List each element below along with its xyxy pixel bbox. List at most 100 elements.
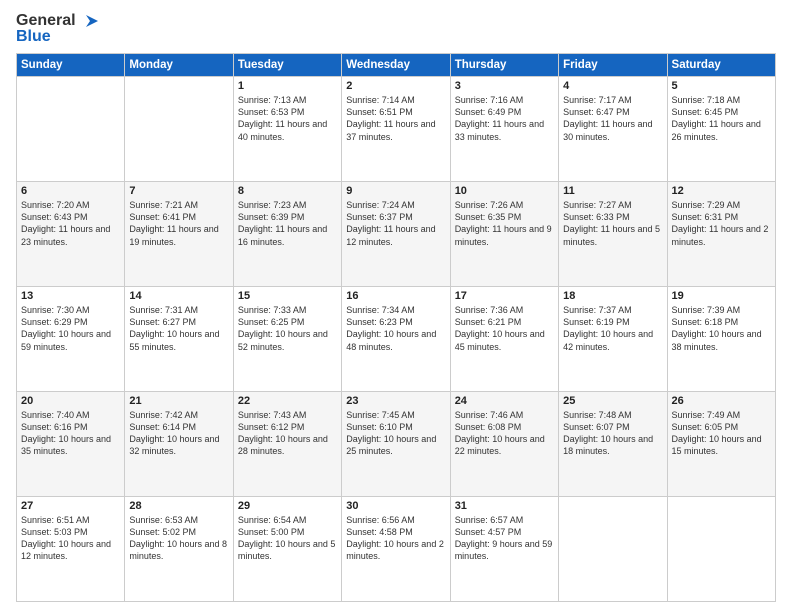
calendar-cell: 6 Sunrise: 7:20 AM Sunset: 6:43 PM Daylig… [17,182,125,287]
day-number: 20 [21,395,120,407]
day-number: 1 [238,80,337,92]
day-info: Sunrise: 7:24 AM Sunset: 6:37 PM Dayligh… [346,199,445,248]
day-info: Sunrise: 7:34 AM Sunset: 6:23 PM Dayligh… [346,304,445,353]
day-info: Sunrise: 7:30 AM Sunset: 6:29 PM Dayligh… [21,304,120,353]
day-info: Sunrise: 7:48 AM Sunset: 6:07 PM Dayligh… [563,409,662,458]
calendar-cell: 7Sunrise: 7:21 AM Sunset: 6:41 PM Daylig… [125,182,233,287]
day-info: Sunrise: 7:46 AM Sunset: 6:08 PM Dayligh… [455,409,554,458]
day-info: Sunrise: 7:39 AM Sunset: 6:18 PM Dayligh… [672,304,771,353]
column-header-monday: Monday [125,54,233,77]
calendar-week-row: 13 Sunrise: 7:30 AM Sunset: 6:29 PM Dayli… [17,287,776,392]
column-header-tuesday: Tuesday [233,54,341,77]
column-header-saturday: Saturday [667,54,775,77]
calendar-cell: 16 Sunrise: 7:34 AM Sunset: 6:23 PM Dayli… [342,287,450,392]
calendar-cell: 31Sunrise: 6:57 AM Sunset: 4:57 PM Dayli… [450,497,558,602]
calendar-header-row: SundayMondayTuesdayWednesdayThursdayFrid… [17,54,776,77]
day-info: Sunrise: 7:16 AM Sunset: 6:49 PM Dayligh… [455,94,554,143]
day-info: Sunrise: 7:36 AM Sunset: 6:21 PM Dayligh… [455,304,554,353]
day-number: 12 [672,185,771,197]
calendar-cell: 25 Sunrise: 7:48 AM Sunset: 6:07 PM Dayli… [559,392,667,497]
day-number: 16 [346,290,445,302]
calendar-cell: 13 Sunrise: 7:30 AM Sunset: 6:29 PM Dayli… [17,287,125,392]
day-number: 8 [238,185,337,197]
day-info: Sunrise: 7:26 AM Sunset: 6:35 PM Dayligh… [455,199,554,248]
day-number: 21 [129,395,228,407]
day-info: Sunrise: 7:43 AM Sunset: 6:12 PM Dayligh… [238,409,337,458]
day-number: 19 [672,290,771,302]
day-info: Sunrise: 7:31 AM Sunset: 6:27 PM Dayligh… [129,304,228,353]
calendar-cell: 8 Sunrise: 7:23 AM Sunset: 6:39 PM Daylig… [233,182,341,287]
day-number: 11 [563,185,662,197]
calendar-cell: 15 Sunrise: 7:33 AM Sunset: 6:25 PM Dayli… [233,287,341,392]
day-number: 26 [672,395,771,407]
day-info: Sunrise: 7:27 AM Sunset: 6:33 PM Dayligh… [563,199,662,248]
day-number: 4 [563,80,662,92]
calendar-cell: 22 Sunrise: 7:43 AM Sunset: 6:12 PM Dayli… [233,392,341,497]
calendar-cell: 20 Sunrise: 7:40 AM Sunset: 6:16 PM Dayli… [17,392,125,497]
calendar-cell: 19 Sunrise: 7:39 AM Sunset: 6:18 PM Dayli… [667,287,775,392]
day-info: Sunrise: 7:40 AM Sunset: 6:16 PM Dayligh… [21,409,120,458]
calendar-week-row: 20 Sunrise: 7:40 AM Sunset: 6:16 PM Dayli… [17,392,776,497]
day-number: 5 [672,80,771,92]
calendar-cell: 10Sunrise: 7:26 AM Sunset: 6:35 PM Dayli… [450,182,558,287]
calendar-week-row: 6 Sunrise: 7:20 AM Sunset: 6:43 PM Daylig… [17,182,776,287]
calendar-cell: 30 Sunrise: 6:56 AM Sunset: 4:58 PM Dayli… [342,497,450,602]
day-number: 17 [455,290,554,302]
day-number: 30 [346,500,445,512]
calendar-cell: 29Sunrise: 6:54 AM Sunset: 5:00 PM Dayli… [233,497,341,602]
calendar-cell: 26 Sunrise: 7:49 AM Sunset: 6:05 PM Dayli… [667,392,775,497]
day-info: Sunrise: 6:56 AM Sunset: 4:58 PM Dayligh… [346,514,445,563]
calendar-cell: 11 Sunrise: 7:27 AM Sunset: 6:33 PM Dayli… [559,182,667,287]
day-number: 6 [21,185,120,197]
logo-bird-icon [78,14,98,28]
calendar-cell: 1 Sunrise: 7:13 AM Sunset: 6:53 PM Daylig… [233,77,341,182]
calendar-cell: 23Sunrise: 7:45 AM Sunset: 6:10 PM Dayli… [342,392,450,497]
day-number: 2 [346,80,445,92]
calendar-cell: 9 Sunrise: 7:24 AM Sunset: 6:37 PM Daylig… [342,182,450,287]
calendar-cell [559,497,667,602]
page: General Blue SundayMondayTuesdayWednesda… [0,0,792,612]
column-header-friday: Friday [559,54,667,77]
day-number: 14 [129,290,228,302]
day-number: 15 [238,290,337,302]
day-info: Sunrise: 7:42 AM Sunset: 6:14 PM Dayligh… [129,409,228,458]
day-info: Sunrise: 7:49 AM Sunset: 6:05 PM Dayligh… [672,409,771,458]
calendar-cell: 3 Sunrise: 7:16 AM Sunset: 6:49 PM Daylig… [450,77,558,182]
day-info: Sunrise: 7:37 AM Sunset: 6:19 PM Dayligh… [563,304,662,353]
day-info: Sunrise: 6:51 AM Sunset: 5:03 PM Dayligh… [21,514,120,563]
day-number: 22 [238,395,337,407]
day-info: Sunrise: 7:17 AM Sunset: 6:47 PM Dayligh… [563,94,662,143]
day-info: Sunrise: 7:45 AM Sunset: 6:10 PM Dayligh… [346,409,445,458]
logo-blue: Blue [16,28,51,46]
calendar-week-row: 27Sunrise: 6:51 AM Sunset: 5:03 PM Dayli… [17,497,776,602]
day-info: Sunrise: 7:20 AM Sunset: 6:43 PM Dayligh… [21,199,120,248]
day-info: Sunrise: 7:18 AM Sunset: 6:45 PM Dayligh… [672,94,771,143]
calendar-cell: 12 Sunrise: 7:29 AM Sunset: 6:31 PM Dayli… [667,182,775,287]
calendar-cell: 18 Sunrise: 7:37 AM Sunset: 6:19 PM Dayli… [559,287,667,392]
day-info: Sunrise: 7:14 AM Sunset: 6:51 PM Dayligh… [346,94,445,143]
day-number: 28 [129,500,228,512]
calendar-cell: 5 Sunrise: 7:18 AM Sunset: 6:45 PM Daylig… [667,77,775,182]
day-number: 24 [455,395,554,407]
day-number: 31 [455,500,554,512]
day-info: Sunrise: 6:54 AM Sunset: 5:00 PM Dayligh… [238,514,337,563]
calendar-week-row: 1 Sunrise: 7:13 AM Sunset: 6:53 PM Daylig… [17,77,776,182]
day-info: Sunrise: 7:21 AM Sunset: 6:41 PM Dayligh… [129,199,228,248]
calendar-table: SundayMondayTuesdayWednesdayThursdayFrid… [16,53,776,602]
calendar-cell: 24 Sunrise: 7:46 AM Sunset: 6:08 PM Dayli… [450,392,558,497]
calendar-cell [125,77,233,182]
day-info: Sunrise: 7:23 AM Sunset: 6:39 PM Dayligh… [238,199,337,248]
day-info: Sunrise: 7:33 AM Sunset: 6:25 PM Dayligh… [238,304,337,353]
calendar-cell: 17 Sunrise: 7:36 AM Sunset: 6:21 PM Dayli… [450,287,558,392]
day-number: 18 [563,290,662,302]
calendar-cell: 28Sunrise: 6:53 AM Sunset: 5:02 PM Dayli… [125,497,233,602]
column-header-thursday: Thursday [450,54,558,77]
day-info: Sunrise: 7:13 AM Sunset: 6:53 PM Dayligh… [238,94,337,143]
day-number: 9 [346,185,445,197]
day-info: Sunrise: 7:29 AM Sunset: 6:31 PM Dayligh… [672,199,771,248]
day-number: 13 [21,290,120,302]
calendar-cell: 14 Sunrise: 7:31 AM Sunset: 6:27 PM Dayli… [125,287,233,392]
day-number: 25 [563,395,662,407]
calendar-cell [17,77,125,182]
day-number: 3 [455,80,554,92]
